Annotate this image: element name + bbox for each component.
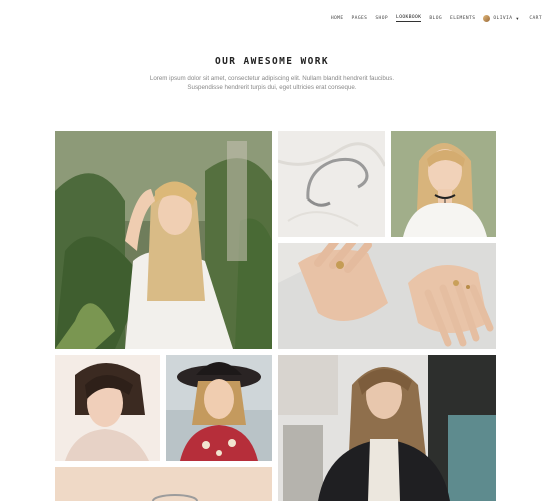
subtitle-line-1: Lorem ipsum dolor sit amet, consectetur … xyxy=(149,75,395,82)
gallery-image-brunette-profile[interactable] xyxy=(55,355,160,461)
nav-cart[interactable]: CART xyxy=(529,16,542,21)
user-name: OLIVIA xyxy=(493,15,513,21)
gallery-image-choker-model[interactable] xyxy=(391,131,496,237)
subtitle-line-2: Suspendisse hendrerit turpis dui, eget u… xyxy=(187,84,357,92)
nav-pages[interactable]: PAGES xyxy=(352,16,368,21)
user-menu[interactable]: OLIVIA ▼ xyxy=(483,14,520,22)
gallery-image-hands-rings[interactable] xyxy=(278,243,496,349)
nav-lookbook[interactable]: LOOKBOOK xyxy=(396,15,422,22)
nav-blog[interactable]: BLOG xyxy=(429,16,442,21)
page-title: OUR AWESOME WORK xyxy=(215,56,329,67)
nav-elements[interactable]: ELEMENTS xyxy=(450,16,475,21)
gallery-image-blonde-model-palms[interactable] xyxy=(55,131,272,349)
avatar-icon xyxy=(483,14,491,22)
main-navigation: HOME PAGES SHOP LOOKBOOK BLOG ELEMENTS O… xyxy=(331,13,550,23)
page-subtitle: Lorem ipsum dolor sit amet, consectetur … xyxy=(140,74,404,93)
gallery-image-silver-bracelet[interactable] xyxy=(278,131,385,237)
gallery-image-model-street[interactable] xyxy=(278,355,496,501)
chevron-down-icon: ▼ xyxy=(515,15,520,21)
nav-shop[interactable]: SHOP xyxy=(375,16,388,21)
gallery-image-bottom[interactable] xyxy=(55,467,272,501)
nav-home[interactable]: HOME xyxy=(331,16,344,21)
gallery-image-hat-model[interactable] xyxy=(166,355,272,461)
